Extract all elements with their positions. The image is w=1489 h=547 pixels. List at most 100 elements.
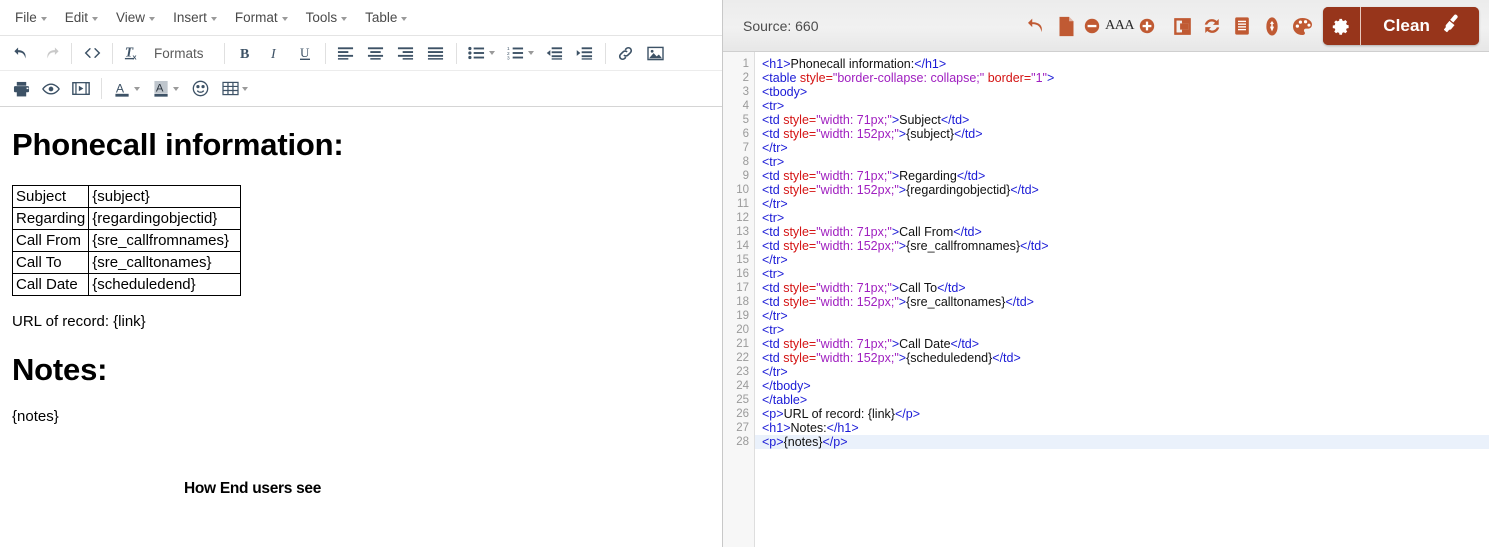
code-line[interactable]: <td style="width: 152px;">{subject}</td>: [755, 127, 1489, 141]
source-code-icon[interactable]: [77, 39, 107, 67]
code-token: "width: 71px;": [816, 169, 892, 183]
menu-item-view[interactable]: View: [107, 7, 164, 28]
code-token: "width: 71px;": [816, 225, 892, 239]
align-right-icon[interactable]: [391, 39, 421, 67]
numbered-list-icon[interactable]: 123: [501, 39, 531, 67]
clear-formatting-icon[interactable]: Tx: [118, 39, 148, 67]
code-line[interactable]: <td style="width: 71px;">Call To</td>: [755, 281, 1489, 295]
align-justify-icon[interactable]: [421, 39, 451, 67]
code-line[interactable]: <tr>: [755, 211, 1489, 225]
code-line[interactable]: </tr>: [755, 141, 1489, 155]
code-line[interactable]: <td style="width: 71px;">Call Date</td>: [755, 337, 1489, 351]
code-line[interactable]: <tr>: [755, 155, 1489, 169]
undo-icon[interactable]: [6, 39, 36, 67]
code-token: >: [898, 239, 907, 253]
redo-icon[interactable]: [36, 39, 66, 67]
formats-dropdown[interactable]: Formats: [148, 43, 219, 64]
clean-button-group: Clean: [1323, 7, 1479, 45]
code-line[interactable]: <td style="width: 71px;">Subject</td>: [755, 113, 1489, 127]
outdent-icon[interactable]: [540, 39, 570, 67]
print-icon[interactable]: [6, 75, 36, 103]
menu-item-file[interactable]: File: [6, 7, 56, 28]
code-line[interactable]: </tr>: [755, 253, 1489, 267]
emoticon-icon[interactable]: [185, 75, 215, 103]
bullet-list-icon[interactable]: [462, 39, 492, 67]
code-line[interactable]: <td style="width: 71px;">Call From</td>: [755, 225, 1489, 239]
link-icon[interactable]: [611, 39, 641, 67]
image-icon[interactable]: [641, 39, 671, 67]
line-number: 3: [742, 86, 749, 98]
code-token: <tbody>: [762, 85, 808, 99]
align-left-icon[interactable]: [331, 39, 361, 67]
code-token: >: [898, 351, 907, 365]
code-line[interactable]: <h1>Phonecall information:</h1>: [755, 57, 1489, 71]
background-color-icon[interactable]: A: [146, 75, 176, 103]
fullscreen-icon[interactable]: [1167, 9, 1197, 43]
editor-content-area[interactable]: Phonecall information: Subject {subject} R…: [0, 107, 722, 547]
code-line[interactable]: </tr>: [755, 365, 1489, 379]
code-token: </td>: [1010, 183, 1039, 197]
code-line[interactable]: <tr>: [755, 267, 1489, 281]
code-line[interactable]: <tbody>: [755, 85, 1489, 99]
color-drop-icon[interactable]: [1257, 9, 1287, 43]
preview-icon[interactable]: [36, 75, 66, 103]
clean-button[interactable]: Clean: [1361, 7, 1479, 45]
code-line[interactable]: <h1>Notes:</h1>: [755, 421, 1489, 435]
undo-icon[interactable]: [1021, 9, 1051, 43]
code-line[interactable]: </tr>: [755, 309, 1489, 323]
text-color-icon[interactable]: A: [107, 75, 137, 103]
code-line[interactable]: </table>: [755, 393, 1489, 407]
line-number: 14: [736, 240, 749, 252]
code-line[interactable]: <td style="width: 152px;">{regardingobje…: [755, 183, 1489, 197]
code-line[interactable]: </tr>: [755, 197, 1489, 211]
table-icon[interactable]: [215, 75, 245, 103]
document-icon[interactable]: [1051, 9, 1081, 43]
code-line[interactable]: <tr>: [755, 323, 1489, 337]
code-line[interactable]: <td style="width: 71px;">Regarding</td>: [755, 169, 1489, 183]
menu-item-format[interactable]: Format: [226, 7, 297, 28]
code-line[interactable]: </tbody>: [755, 379, 1489, 393]
underline-icon[interactable]: U: [290, 39, 320, 67]
line-number: 6: [742, 128, 749, 140]
menu-item-table[interactable]: Table: [356, 7, 416, 28]
code-lines-container[interactable]: <h1>Phonecall information:</h1> <table st…: [755, 52, 1489, 547]
code-editor[interactable]: 1 2 3 4 5 6 7 8 9 10 11 12 13 14 15 16 17 18 19 20 21 22 23 24 2…: [723, 52, 1489, 547]
bold-icon[interactable]: B: [230, 39, 260, 67]
menu-item-tools[interactable]: Tools: [297, 7, 357, 28]
code-token: </p>: [894, 407, 920, 421]
code-line[interactable]: <p>URL of record: {link}</p>: [755, 407, 1489, 421]
italic-icon[interactable]: I: [260, 39, 290, 67]
code-token: Phonecall information:: [790, 57, 915, 71]
text-color-dropdown-icon[interactable]: [134, 86, 140, 91]
font-decrease-icon[interactable]: [1081, 9, 1103, 43]
code-line[interactable]: <td style="width: 152px;">{sre_calltonam…: [755, 295, 1489, 309]
palette-icon[interactable]: [1287, 9, 1317, 43]
svg-text:3: 3: [507, 56, 510, 60]
brush-icon: [1442, 13, 1463, 39]
document-heading-1: Phonecall information:: [12, 127, 344, 162]
code-line[interactable]: <td style="width: 152px;">{sre_callfromn…: [755, 239, 1489, 253]
refresh-icon[interactable]: [1197, 9, 1227, 43]
code-line[interactable]: <p>{notes}</p>: [755, 435, 1489, 449]
clipboard-icon[interactable]: [1227, 9, 1257, 43]
indent-icon[interactable]: [570, 39, 600, 67]
line-number: 9: [742, 170, 749, 182]
code-token: "width: 152px;": [816, 127, 899, 141]
gear-icon[interactable]: [1323, 7, 1362, 45]
bullet-list-dropdown-icon[interactable]: [488, 51, 495, 55]
numbered-list-dropdown-icon[interactable]: [527, 51, 534, 55]
caption-end-users: How End users see: [184, 480, 322, 497]
table-dropdown-icon[interactable]: [242, 86, 248, 91]
code-line[interactable]: <table style="border-collapse: collapse;…: [755, 71, 1489, 85]
media-icon[interactable]: [66, 75, 96, 103]
background-color-dropdown-icon[interactable]: [173, 86, 179, 91]
code-line[interactable]: <tr>: [755, 99, 1489, 113]
menu-item-edit[interactable]: Edit: [56, 7, 107, 28]
menu-item-insert[interactable]: Insert: [164, 7, 226, 28]
code-line[interactable]: <td style="width: 152px;">{scheduledend}…: [755, 351, 1489, 365]
font-increase-icon[interactable]: [1136, 9, 1158, 43]
menu-item-label: File: [15, 10, 37, 25]
align-center-icon[interactable]: [361, 39, 391, 67]
editor-menubar: File Edit View Insert Format Tools Table: [0, 0, 722, 36]
line-number: 15: [736, 254, 749, 266]
